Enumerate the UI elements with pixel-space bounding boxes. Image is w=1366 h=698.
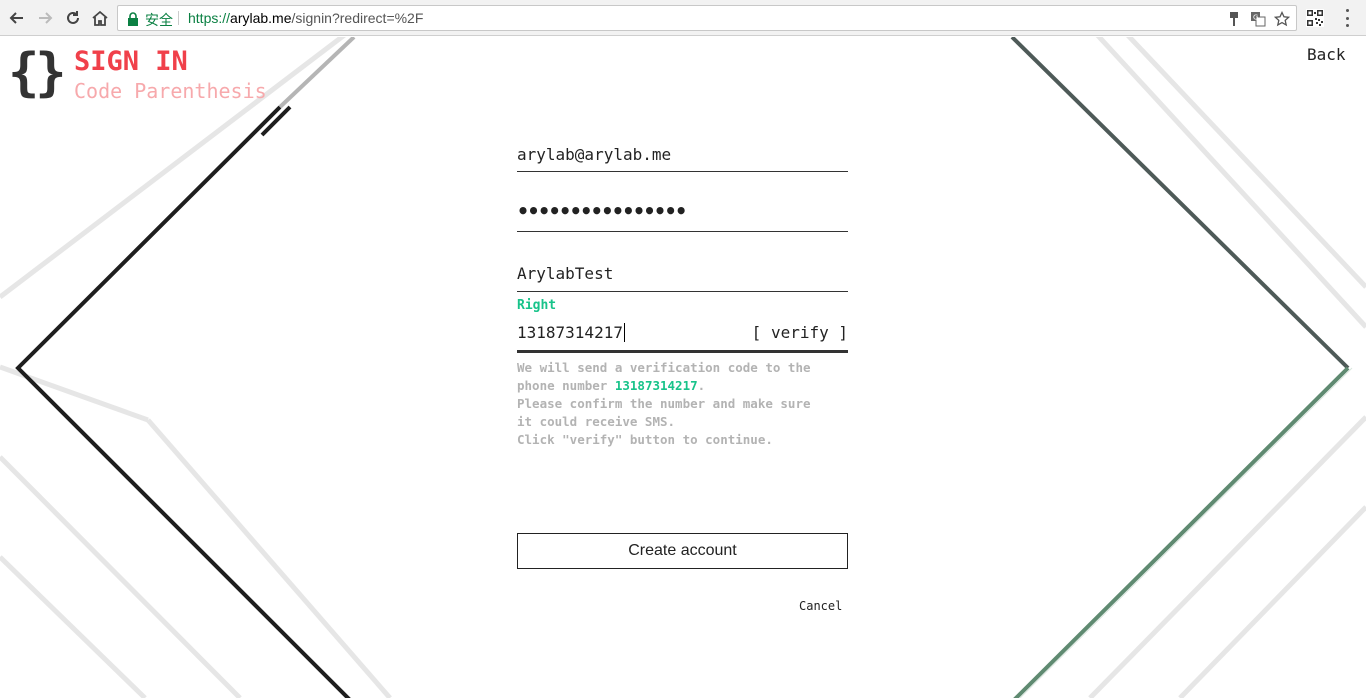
address-bar[interactable]: 安全 https://arylab.me/signin?redirect=%2F… <box>117 5 1297 31</box>
url-text[interactable]: https://arylab.me/signin?redirect=%2F <box>188 10 423 26</box>
divider <box>178 11 179 25</box>
verify-button[interactable]: [ verify ] <box>752 323 848 342</box>
menu-dots-icon[interactable] <box>1340 8 1354 28</box>
nickname-value: ArylabTest <box>517 264 614 283</box>
text-caret <box>623 323 625 342</box>
cancel-link[interactable]: Cancel <box>799 599 842 613</box>
nickname-field[interactable]: ArylabTest <box>517 257 848 292</box>
back-link[interactable]: Back <box>1307 45 1346 64</box>
lock-icon <box>124 10 142 28</box>
signin-page: {} SIGN IN Code Parenthesis Back arylab@… <box>0 37 1366 698</box>
verification-hint: We will send a verification code to the … <box>517 360 811 447</box>
forward-arrow-icon[interactable] <box>34 7 56 29</box>
email-value: arylab@arylab.me <box>517 145 672 164</box>
validation-status: Right <box>517 298 557 313</box>
password-field[interactable]: •••••••••••••••• <box>517 197 848 232</box>
pin-icon[interactable] <box>1225 10 1243 28</box>
back-arrow-icon[interactable] <box>6 7 28 29</box>
star-icon[interactable] <box>1273 10 1291 28</box>
home-icon[interactable] <box>89 7 111 29</box>
browser-toolbar: 安全 https://arylab.me/signin?redirect=%2F… <box>0 0 1366 36</box>
phone-field[interactable]: 13187314217 [ verify ] <box>517 318 848 353</box>
qr-code-icon[interactable] <box>1306 9 1324 27</box>
reload-icon[interactable] <box>62 7 84 29</box>
email-field[interactable]: arylab@arylab.me <box>517 137 848 172</box>
brand-subtitle: Code Parenthesis <box>74 79 267 103</box>
svg-text:G: G <box>1253 14 1258 22</box>
translate-icon[interactable]: G <box>1249 10 1267 28</box>
page-title: SIGN IN <box>74 46 188 77</box>
password-value: •••••••••••••••• <box>517 199 687 223</box>
phone-value: 13187314217 <box>517 323 625 342</box>
secure-label: 安全 <box>145 12 173 28</box>
hint-phone-number: 13187314217 <box>614 378 698 393</box>
create-account-button[interactable]: Create account <box>517 533 848 569</box>
brand-logo: {} <box>8 43 67 103</box>
